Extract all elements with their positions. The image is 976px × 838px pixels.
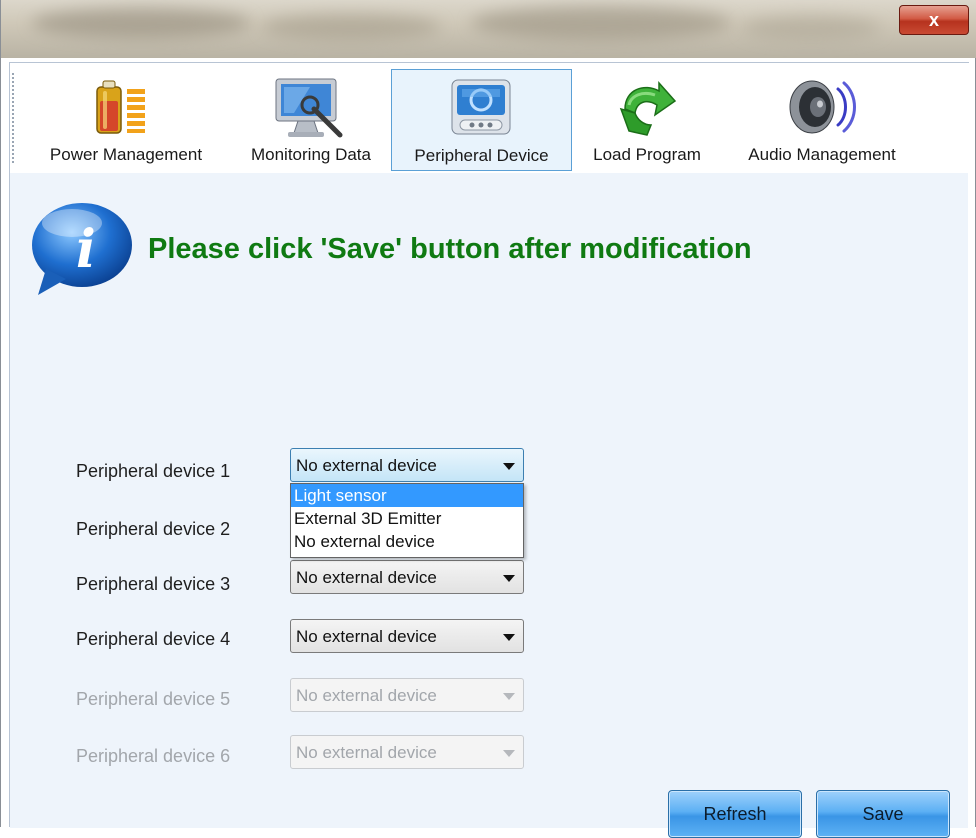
tab-audio-management[interactable]: Audio Management [724,69,920,171]
client-area: Power Management Monitoring Data Periphe… [9,62,969,838]
device-icon [451,79,511,135]
title-bar-texture [261,14,441,40]
svg-text:i: i [76,219,96,280]
device-1-label: Peripheral device 1 [76,461,231,481]
device-3-label: Peripheral device 3 [76,574,231,594]
title-bar-texture [471,6,731,40]
download-arrow-icon [619,81,677,136]
device-1-dropdown-list: Light sensor External 3D Emitter No exte… [290,483,524,558]
device-1-select[interactable]: No external device [290,448,524,482]
close-icon: x [928,10,939,30]
dropdown-option-3d-emitter[interactable]: External 3D Emitter [291,507,523,530]
device-5-value: No external device [296,686,437,705]
title-bar[interactable]: x [1,0,976,58]
device-5-label: Peripheral device 5 [76,689,231,709]
tab-load-program[interactable]: Load Program [576,69,718,171]
device-6-label: Peripheral device 6 [76,746,231,766]
tab-label: Audio Management [748,145,896,164]
toolbar: Power Management Monitoring Data Periphe… [10,63,968,173]
device-3-value: No external device [296,568,437,587]
tab-label: Monitoring Data [250,145,371,164]
device-3-select[interactable]: No external device [290,560,524,594]
device-2-label: Peripheral device 2 [76,519,231,539]
chevron-down-icon [503,750,515,757]
title-bar-texture [741,16,881,40]
tab-label: Power Management [49,145,203,164]
speaker-icon [789,80,856,134]
device-4-label: Peripheral device 4 [76,629,231,649]
title-bar-texture [31,8,251,38]
device-6-value: No external device [296,743,437,762]
device-4-select[interactable]: No external device [290,619,524,653]
device-5-select: No external device [290,678,524,712]
device-1-value: No external device [296,456,437,475]
tab-label: Load Program [593,145,701,164]
chevron-down-icon [503,693,515,700]
toolbar-grip[interactable] [12,73,14,165]
tab-power-management[interactable]: Power Management [28,69,224,171]
chevron-down-icon [503,575,515,582]
chevron-down-icon [503,634,515,641]
info-icon: i [32,203,132,295]
device-6-select: No external device [290,735,524,769]
settings-panel: i Please click 'Save' button after modif… [10,173,968,838]
tab-peripheral-device[interactable]: Peripheral Device [391,69,572,171]
tab-monitoring-data[interactable]: Monitoring Data [232,69,390,171]
app-window: x Power Management Monitoring Data Perip… [0,0,976,838]
dropdown-option-light-sensor[interactable]: Light sensor [291,484,523,507]
close-button[interactable]: x [899,5,969,35]
monitor-icon [275,78,343,138]
dropdown-option-no-device[interactable]: No external device [291,530,523,553]
save-button[interactable]: Save [816,790,950,838]
chevron-down-icon [503,463,515,470]
refresh-button[interactable]: Refresh [668,790,802,838]
battery-icon [96,80,145,134]
tab-label: Peripheral Device [414,146,549,165]
device-4-value: No external device [296,627,437,646]
save-reminder-text: Please click 'Save' button after modific… [148,233,752,265]
